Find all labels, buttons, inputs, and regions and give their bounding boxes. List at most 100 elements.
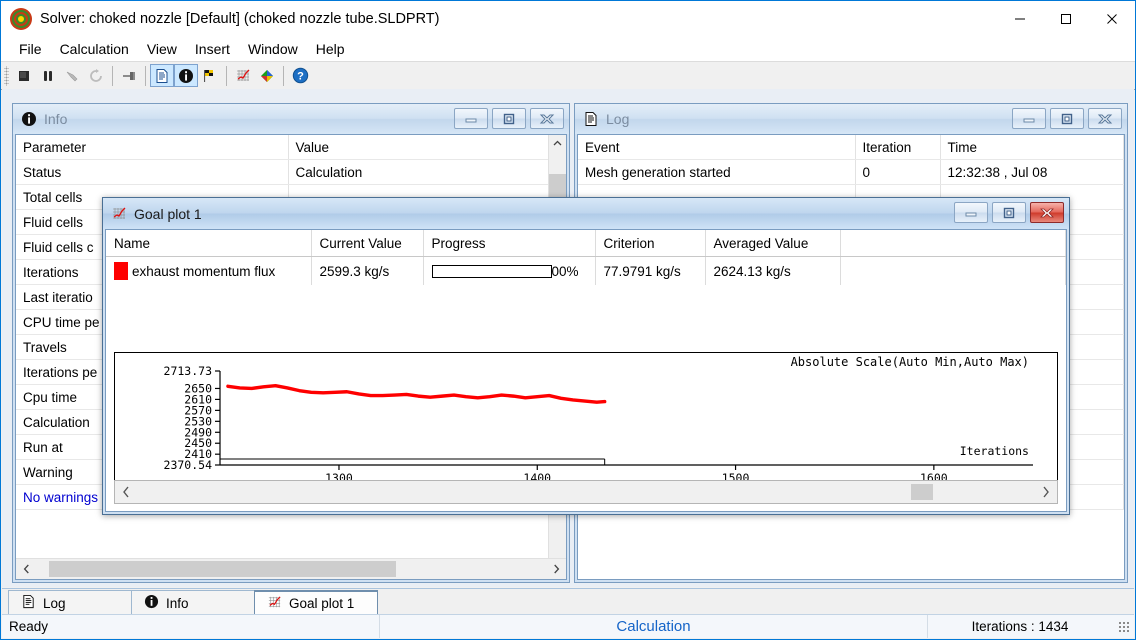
scroll-up-icon[interactable]	[549, 135, 566, 152]
toolbar-separator	[112, 65, 113, 86]
row-parameter: Status	[16, 159, 289, 185]
toolbar-grip[interactable]	[4, 65, 9, 86]
scroll-right-icon[interactable]	[548, 559, 564, 579]
plot-horizontal-scrollbar[interactable]	[114, 480, 1058, 504]
bottom-tab-strip: Log Info Goal plot 1	[2, 588, 1134, 615]
info-col-parameter: Parameter	[16, 135, 289, 160]
info-maximize-icon[interactable]	[492, 108, 526, 129]
info-close-icon[interactable]	[530, 108, 564, 129]
chart-canvas: Absolute Scale(Auto Min,Auto Max) 2713.73…	[164, 355, 1033, 485]
goal-color-swatch	[114, 262, 128, 280]
menu-help[interactable]: Help	[307, 39, 354, 59]
log-window-title: Log	[606, 111, 630, 127]
table-header-row: Name Current Value Progress Criterion Av…	[106, 230, 1066, 257]
log-row-time: 12:32:38 , Jul 08	[940, 159, 1124, 185]
mdi-client-area: Info Parameter Value Status Calculation …	[2, 89, 1134, 587]
refresh-circle-icon	[84, 64, 108, 87]
goal-col-current-value: Current Value	[311, 230, 424, 257]
goal-table: Name Current Value Progress Criterion Av…	[106, 230, 1066, 285]
menu-insert[interactable]: Insert	[186, 39, 239, 59]
solver-target-icon	[10, 8, 32, 30]
scroll-left-icon[interactable]	[18, 559, 34, 579]
goal-plot-button[interactable]	[231, 64, 255, 87]
chart-grid-icon	[110, 205, 128, 223]
status-calculation: Calculation	[616, 618, 691, 635]
table-row[interactable]: exhaust momentum flux 2599.3 kg/s 00% 77…	[106, 256, 1066, 285]
svg-text:2713.73: 2713.73	[164, 364, 213, 378]
goal-plot-close-icon[interactable]	[1030, 202, 1064, 223]
status-ready: Ready	[2, 615, 380, 638]
toolbar-separator	[145, 65, 146, 86]
table-header-row: Event Iteration Time	[578, 135, 1124, 160]
menu-calculation[interactable]: Calculation	[51, 39, 138, 59]
info-horizontal-scrollbar[interactable]	[16, 558, 566, 579]
status-iterations: Iterations : 1434	[927, 615, 1112, 638]
table-header-row: Parameter Value	[16, 135, 566, 160]
goal-col-averaged-value: Averaged Value	[705, 230, 841, 257]
goal-plot-minimize-icon[interactable]	[954, 202, 988, 223]
help-button[interactable]: ?	[288, 64, 312, 87]
goal-plot-title: Goal plot 1	[134, 205, 202, 222]
goal-row-current-value: 2599.3 kg/s	[311, 256, 424, 285]
toolbar-separator	[283, 65, 284, 86]
menu-view[interactable]: View	[138, 39, 186, 59]
goal-col-progress: Progress	[423, 230, 596, 257]
toolbar-separator	[226, 65, 227, 86]
close-icon[interactable]	[1089, 1, 1135, 37]
info-col-value: Value	[288, 135, 566, 160]
info-minimize-icon[interactable]	[454, 108, 488, 129]
log-row-event: Mesh generation started	[578, 159, 856, 185]
tab-goal-plot-1[interactable]: Goal plot 1	[254, 590, 378, 615]
scrollbar-thumb[interactable]	[49, 561, 396, 577]
log-window-titlebar[interactable]: Log	[575, 104, 1127, 134]
info-window-controls	[454, 108, 564, 129]
info-circle-icon	[20, 110, 38, 128]
goal-plot-window[interactable]: Goal plot 1 Name Current Value Progress …	[102, 197, 1070, 515]
scroll-right-icon[interactable]	[1038, 481, 1054, 503]
pushpin-icon[interactable]	[117, 64, 141, 87]
goal-row-progress: 00%	[423, 256, 596, 285]
menu-file[interactable]: File	[10, 39, 51, 59]
log-minimize-icon[interactable]	[1012, 108, 1046, 129]
tab-info[interactable]: Info	[131, 590, 255, 615]
log-col-iteration: Iteration	[855, 135, 941, 160]
table-row[interactable]: Mesh generation started 0 12:32:38 , Jul…	[578, 159, 1124, 185]
svg-text:Absolute Scale(Auto Min,Auto M: Absolute Scale(Auto Min,Auto Max)	[791, 355, 1029, 369]
goal-plot-chart[interactable]: Absolute Scale(Auto Min,Auto Max) 2713.73…	[114, 352, 1058, 494]
status-bar: Ready Calculation Iterations : 1434	[2, 614, 1134, 638]
scrollbar-thumb[interactable]	[911, 484, 933, 500]
log-close-icon[interactable]	[1088, 108, 1122, 129]
menu-bar: File Calculation View Insert Window Help	[1, 37, 1135, 61]
checkered-flag-icon[interactable]	[198, 64, 222, 87]
log-col-event: Event	[578, 135, 856, 160]
goal-row-averaged-value: 2624.13 kg/s	[705, 256, 841, 285]
resize-grip-icon[interactable]	[1112, 615, 1134, 638]
svg-text:Iterations: Iterations	[960, 444, 1029, 458]
scroll-left-icon[interactable]	[118, 481, 134, 503]
table-row[interactable]: Status Calculation	[16, 159, 566, 185]
log-maximize-icon[interactable]	[1050, 108, 1084, 129]
wrench-icon	[60, 64, 84, 87]
log-view-button[interactable]	[150, 64, 174, 87]
document-lines-icon	[21, 594, 36, 612]
stop-button[interactable]	[12, 64, 36, 87]
tab-log[interactable]: Log	[8, 590, 132, 615]
goal-row-name: exhaust momentum flux	[132, 264, 276, 279]
tab-label: Info	[166, 595, 189, 611]
goal-plot-titlebar[interactable]: Goal plot 1	[103, 198, 1069, 229]
window-controls	[997, 1, 1135, 37]
menu-window[interactable]: Window	[239, 39, 307, 59]
info-view-button[interactable]	[174, 64, 198, 87]
info-window-titlebar[interactable]: Info	[13, 104, 569, 134]
maximize-icon[interactable]	[1043, 1, 1089, 37]
toolbar: ?	[1, 61, 1135, 90]
pause-button[interactable]	[36, 64, 60, 87]
chart-grid-icon	[267, 595, 282, 613]
color-diamond-icon[interactable]	[255, 64, 279, 87]
minimize-icon[interactable]	[997, 1, 1043, 37]
goal-col-spacer	[840, 230, 1066, 257]
goal-plot-maximize-icon[interactable]	[992, 202, 1026, 223]
progress-bar	[431, 264, 552, 278]
goal-row-criterion: 77.9791 kg/s	[595, 256, 706, 285]
svg-text:?: ?	[297, 71, 304, 83]
